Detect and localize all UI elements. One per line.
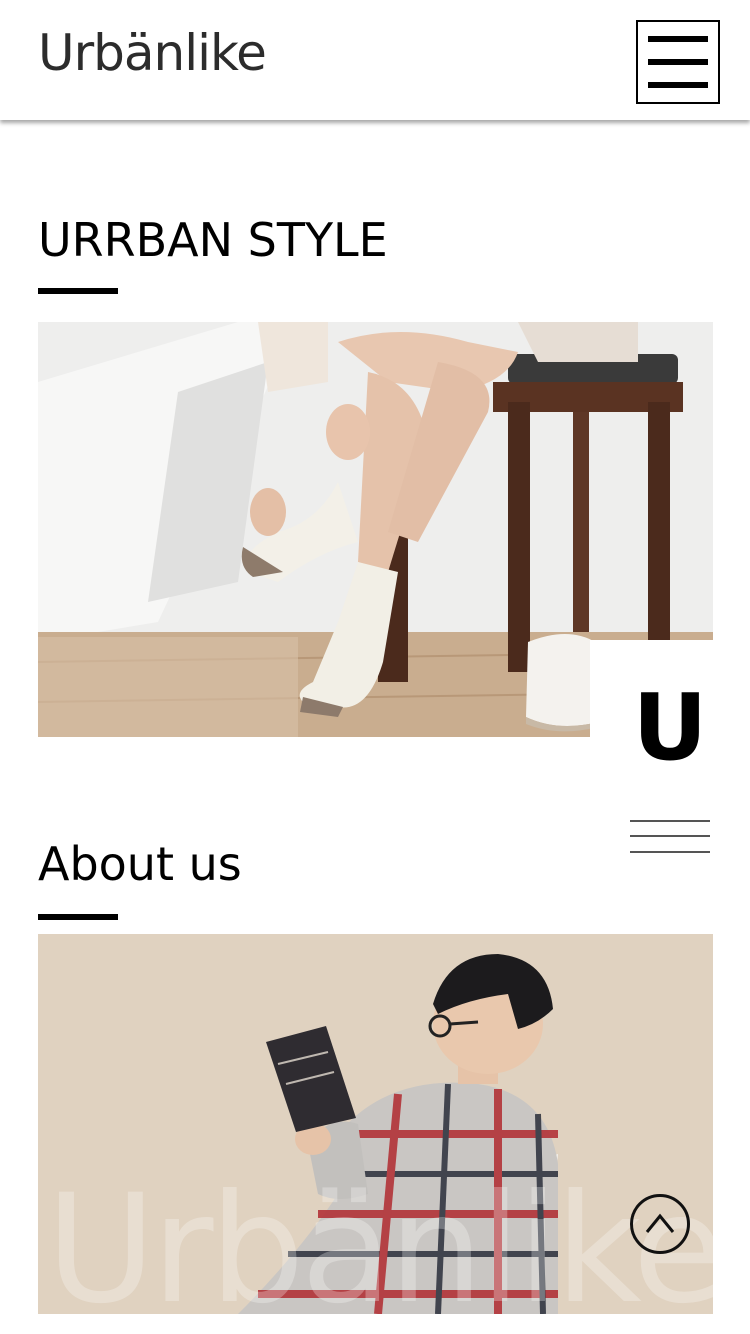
brand-logo[interactable]: Urbänlike: [38, 26, 267, 81]
chevron-up-circle-icon: [645, 1213, 675, 1233]
brand-letter: U: [632, 674, 708, 781]
side-line: [630, 835, 710, 837]
side-menu-lines-icon[interactable]: [630, 820, 710, 854]
brand-letter-badge: U: [590, 640, 750, 790]
section-underline: [38, 914, 118, 920]
section-title-about-us: About us: [38, 837, 242, 891]
section-title-urban-style: URRBAN STYLE: [38, 213, 388, 267]
side-line: [630, 820, 710, 822]
scroll-to-top-button[interactable]: [630, 1194, 690, 1254]
hamburger-menu-button[interactable]: [636, 20, 720, 104]
hamburger-menu-icon: [648, 36, 708, 42]
hamburger-bar: [648, 59, 708, 65]
hamburger-bar: [648, 82, 708, 88]
side-line: [630, 851, 710, 853]
site-header: Urbänlike: [0, 0, 750, 120]
brand-watermark: Urbänlike: [46, 1163, 725, 1334]
section-underline: [38, 288, 118, 294]
